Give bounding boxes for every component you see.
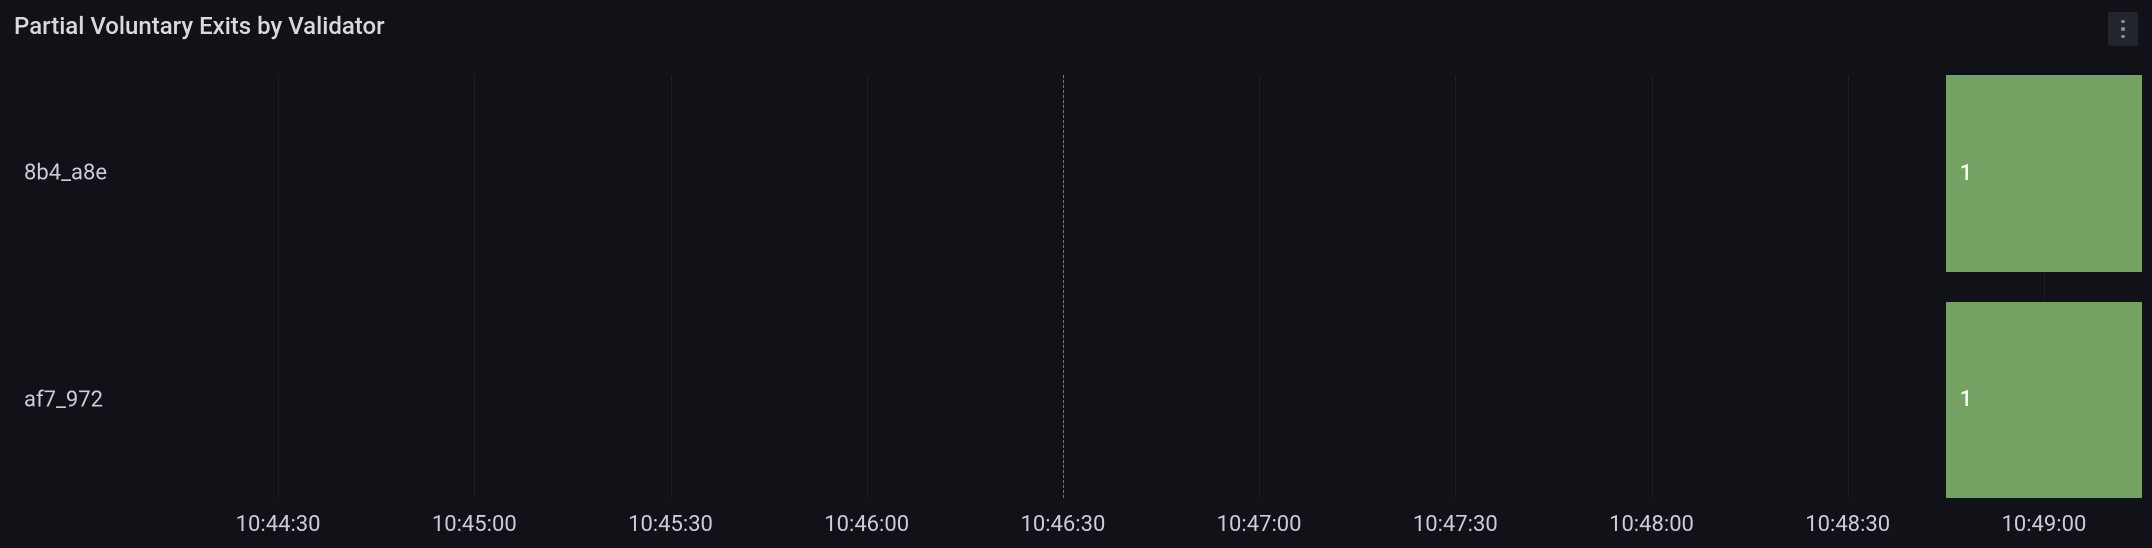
x-tick-label: 10:47:30 — [1413, 512, 1498, 537]
panel-menu-button[interactable] — [2108, 12, 2138, 46]
grid-line — [671, 75, 672, 498]
x-tick-label: 10:45:30 — [628, 512, 713, 537]
x-tick-label: 10:45:00 — [432, 512, 517, 537]
grid-line — [474, 75, 475, 498]
grid-line — [867, 75, 868, 498]
x-tick-label: 10:48:30 — [1805, 512, 1890, 537]
y-axis-label: af7_972 — [24, 387, 103, 412]
grid-line — [278, 75, 279, 498]
x-tick-label: 10:48:00 — [1609, 512, 1694, 537]
y-axis-labels: 8b4_a8e af7_972 — [0, 75, 180, 498]
panel-title: Partial Voluntary Exits by Validator — [14, 12, 385, 40]
x-tick-label: 10:46:30 — [1020, 512, 1105, 537]
plot-area[interactable]: 11 — [180, 75, 2142, 498]
heatmap-cell[interactable]: 1 — [1946, 302, 2142, 499]
panel-header: Partial Voluntary Exits by Validator — [0, 0, 2152, 52]
heatmap-cell[interactable]: 1 — [1946, 75, 2142, 272]
time-cursor — [1063, 75, 1064, 498]
grid-line — [1848, 75, 1849, 498]
dashboard-panel: Partial Voluntary Exits by Validator 8b4… — [0, 0, 2152, 548]
chart-body: 8b4_a8eaf7_972 11 — [0, 75, 2142, 498]
x-tick-label: 10:44:30 — [236, 512, 321, 537]
y-axis-label: 8b4_a8e — [24, 161, 107, 186]
grid-line — [1455, 75, 1456, 498]
menu-dots-icon — [2121, 35, 2125, 38]
menu-dots-icon — [2121, 27, 2125, 30]
x-tick-label: 10:46:00 — [824, 512, 909, 537]
grid-line — [1259, 75, 1260, 498]
grid-line — [1652, 75, 1653, 498]
menu-dots-icon — [2121, 20, 2125, 23]
x-tick-label: 10:49:00 — [2001, 512, 2086, 537]
x-tick-label: 10:47:00 — [1217, 512, 1302, 537]
x-axis: 10:44:30 10:45:00 10:45:30 10:46:00 10:46:30… — [180, 498, 2142, 548]
